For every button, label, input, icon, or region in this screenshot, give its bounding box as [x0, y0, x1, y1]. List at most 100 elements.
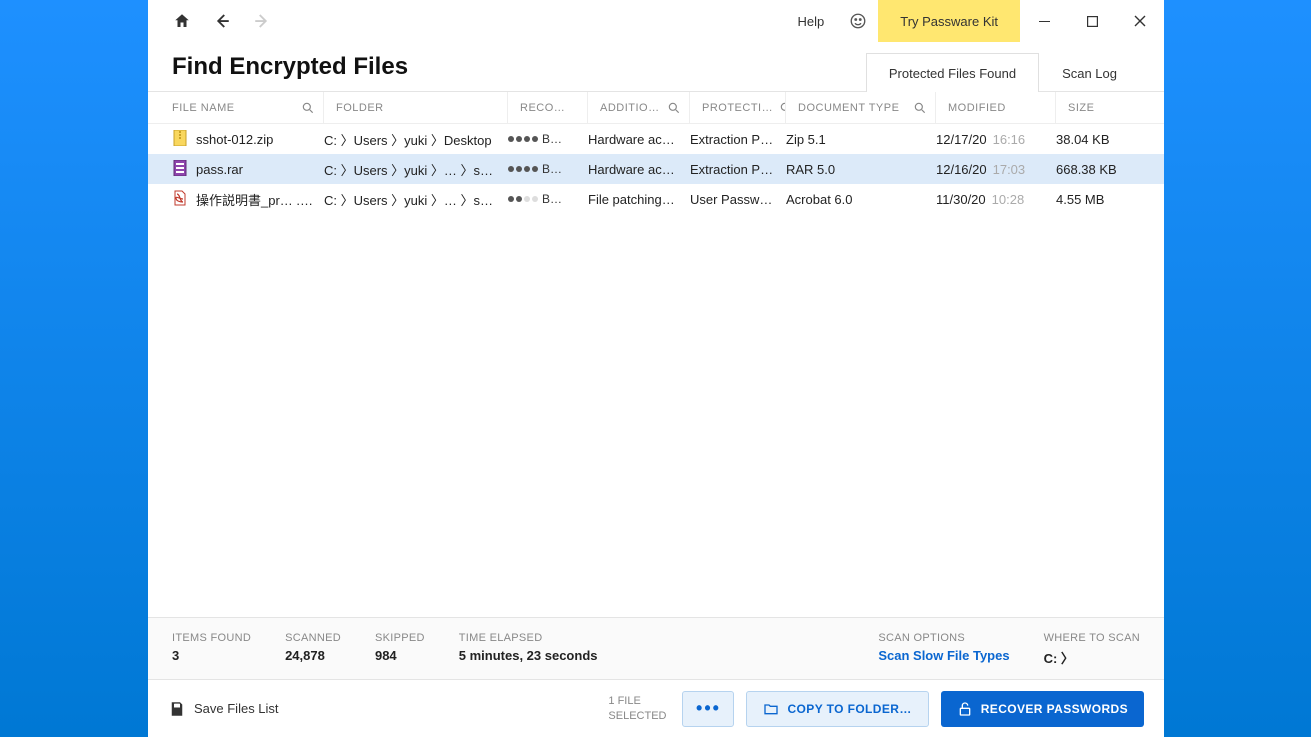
stat-value: 3 — [172, 648, 251, 663]
col-protection-label: PROTECTI… — [702, 102, 773, 114]
app-window: Help Try Passware Kit Find Encrypted Fil… — [148, 0, 1164, 737]
back-button[interactable] — [204, 1, 240, 41]
scan-options-link[interactable]: Scan Slow File Types — [878, 648, 1009, 663]
cell-size: 38.04 KB — [1056, 132, 1142, 147]
cell-additional: Hardware ac… — [588, 162, 690, 177]
recover-passwords-button[interactable]: RECOVER PASSWORDS — [941, 691, 1144, 727]
stat-label: SCAN OPTIONS — [878, 632, 1009, 644]
stat-items-found: ITEMS FOUND 3 — [172, 632, 251, 667]
cell-modified: 11/30/2010:28 — [936, 192, 1056, 207]
table-row[interactable]: pass.rarC: 〉Users 〉yuki 〉… 〉sampleB…Hard… — [148, 154, 1164, 184]
stat-value: 5 minutes, 23 seconds — [459, 648, 598, 663]
stat-skipped: SKIPPED 984 — [375, 632, 425, 667]
stat-value: 984 — [375, 648, 425, 663]
tab-scan-log[interactable]: Scan Log — [1039, 53, 1140, 92]
arrow-right-icon — [253, 12, 271, 30]
cell-size: 4.55 MB — [1056, 192, 1142, 207]
stat-label: TIME ELAPSED — [459, 632, 598, 644]
results-table: sshot-012.zipC: 〉Users 〉yuki 〉DesktopB…H… — [148, 124, 1164, 617]
tabs: Protected Files Found Scan Log — [866, 42, 1164, 91]
cell-document-type: RAR 5.0 — [786, 162, 936, 177]
stat-value: C: 〉 — [1044, 648, 1140, 667]
cell-file-name: sshot-012.zip — [196, 132, 324, 147]
col-document-type-label: DOCUMENT TYPE — [798, 102, 899, 114]
search-icon[interactable] — [779, 101, 786, 115]
save-files-list-button[interactable]: Save Files List — [168, 700, 279, 718]
close-icon — [1134, 15, 1146, 27]
titlebar: Help Try Passware Kit — [148, 0, 1164, 42]
search-icon[interactable] — [667, 101, 681, 115]
file-type-icon — [172, 130, 196, 149]
more-actions-button[interactable]: ••• — [682, 691, 734, 727]
cell-document-type: Zip 5.1 — [786, 132, 936, 147]
minimize-button[interactable] — [1020, 0, 1068, 42]
forward-button — [244, 1, 280, 41]
table-row[interactable]: sshot-012.zipC: 〉Users 〉yuki 〉DesktopB…H… — [148, 124, 1164, 154]
col-protection[interactable]: PROTECTI… — [690, 92, 786, 123]
column-headers: FILE NAME FOLDER RECO… ADDITIO… PROTECTI… — [148, 92, 1164, 124]
maximize-icon — [1087, 16, 1098, 27]
search-icon[interactable] — [301, 101, 315, 115]
stat-value: 24,878 — [285, 648, 341, 663]
table-row[interactable]: 操作説明書_pr… .pdfC: 〉Users 〉yuki 〉… 〉sample… — [148, 184, 1164, 214]
stat-label: WHERE TO SCAN — [1044, 632, 1140, 644]
file-type-icon — [172, 190, 196, 209]
col-recovery[interactable]: RECO… — [508, 92, 588, 123]
col-file-name[interactable]: FILE NAME — [172, 92, 324, 123]
recover-label: RECOVER PASSWORDS — [981, 702, 1128, 716]
nav-buttons — [148, 0, 280, 42]
col-document-type[interactable]: DOCUMENT TYPE — [786, 92, 936, 123]
col-size[interactable]: SIZE — [1056, 92, 1142, 123]
tab-protected-files[interactable]: Protected Files Found — [866, 53, 1039, 92]
file-type-icon — [172, 160, 196, 179]
try-passware-button[interactable]: Try Passware Kit — [878, 0, 1020, 42]
titlebar-right: Help Try Passware Kit — [783, 0, 1164, 42]
stat-where-to-scan: WHERE TO SCAN C: 〉 — [1044, 632, 1140, 667]
cell-protection: User Passwo… — [690, 192, 786, 207]
cell-recovery: B… — [508, 132, 588, 146]
cell-modified: 12/17/2016:16 — [936, 132, 1056, 147]
cell-additional: Hardware ac… — [588, 132, 690, 147]
cell-recovery: B… — [508, 192, 588, 206]
cell-file-name: 操作説明書_pr… .pdf — [196, 190, 324, 209]
cell-protection: Extraction Pa… — [690, 162, 786, 177]
folder-icon — [763, 701, 779, 717]
col-additional-label: ADDITIO… — [600, 102, 660, 114]
cell-modified: 12/16/2017:03 — [936, 162, 1056, 177]
close-button[interactable] — [1116, 0, 1164, 42]
col-modified[interactable]: MODIFIED — [936, 92, 1056, 123]
col-additional[interactable]: ADDITIO… — [588, 92, 690, 123]
copy-to-folder-button[interactable]: COPY TO FOLDER… — [746, 691, 928, 727]
stat-label: SCANNED — [285, 632, 341, 644]
cell-file-name: pass.rar — [196, 162, 324, 177]
maximize-button[interactable] — [1068, 0, 1116, 42]
stat-time-elapsed: TIME ELAPSED 5 minutes, 23 seconds — [459, 632, 598, 667]
save-icon — [168, 700, 186, 718]
save-label: Save Files List — [194, 701, 279, 716]
cell-folder: C: 〉Users 〉yuki 〉… 〉sample — [324, 160, 508, 179]
home-button[interactable] — [164, 1, 200, 41]
cell-protection: Extraction Pa… — [690, 132, 786, 147]
smile-icon — [849, 12, 867, 30]
cell-folder: C: 〉Users 〉yuki 〉Desktop — [324, 130, 508, 149]
cell-recovery: B… — [508, 162, 588, 176]
cell-folder: C: 〉Users 〉yuki 〉… 〉sample — [324, 190, 508, 209]
stat-scan-options: SCAN OPTIONS Scan Slow File Types — [878, 632, 1009, 667]
stat-label: ITEMS FOUND — [172, 632, 251, 644]
minimize-icon — [1039, 16, 1050, 27]
selection-info: 1 FILESELECTED — [608, 694, 666, 723]
stat-label: SKIPPED — [375, 632, 425, 644]
header: Find Encrypted Files Protected Files Fou… — [148, 42, 1164, 92]
help-link[interactable]: Help — [783, 0, 838, 42]
search-icon[interactable] — [913, 101, 927, 115]
lock-icon — [957, 701, 973, 717]
copy-label: COPY TO FOLDER… — [787, 702, 911, 716]
feedback-button[interactable] — [838, 0, 878, 42]
col-file-name-label: FILE NAME — [172, 102, 235, 114]
cell-additional: File patching… — [588, 192, 690, 207]
cell-document-type: Acrobat 6.0 — [786, 192, 936, 207]
home-icon — [173, 12, 191, 30]
arrow-left-icon — [213, 12, 231, 30]
col-folder[interactable]: FOLDER — [324, 92, 508, 123]
action-bar: Save Files List 1 FILESELECTED ••• COPY … — [148, 679, 1164, 737]
